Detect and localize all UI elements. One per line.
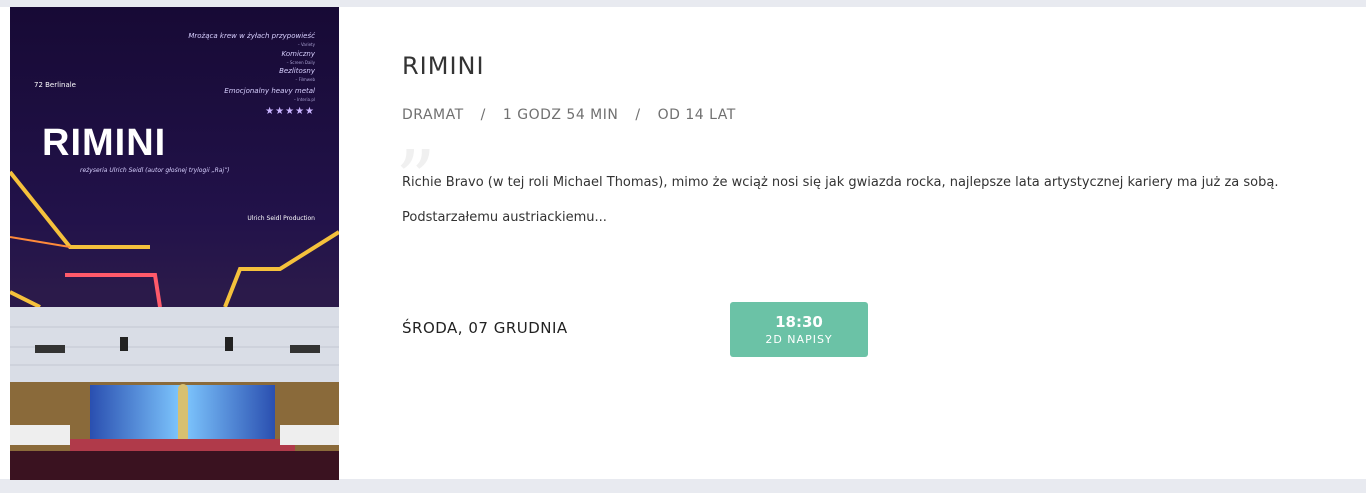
movie-duration: 1 GODZ 54 MIN [502,107,619,123]
movie-genre: DRAMAT [402,107,464,123]
poster-artwork [10,7,339,480]
movie-age-rating: OD 14 LAT [657,107,736,123]
showtime-format: 2D NAPISY [765,333,833,346]
poster-quote: Mrożąca krew w żyłach przypowieść [188,32,315,40]
showtime-time: 18:30 [775,313,823,331]
poster-quote: Bezlitosny [279,67,315,75]
screening-date: ŚRODA, 07 GRUDNIA [402,319,568,337]
poster-festival: 72 Berlinale [34,81,76,89]
movie-meta: DRAMAT / 1 GODZ 54 MIN / OD 14 LAT [402,107,736,123]
poster-quote-source: – Filmweb [295,77,315,82]
poster-quote-source: – Interia.pl [293,97,315,102]
movie-poster[interactable]: Mrożąca krew w żyłach przypowieść – Vari… [10,7,339,480]
poster-credit: reżyseria Ulrich Seidl (autor głośnej tr… [80,167,230,174]
meta-separator: / [480,107,486,123]
poster-stars: ★★★★★ [265,106,315,117]
poster-title: RIMINI [42,122,167,164]
poster-quote-source: – Variety [297,42,315,47]
meta-separator: / [635,107,641,123]
poster-production: Ulrich Seidl Production [247,215,315,222]
movie-description: Richie Bravo (w tej roli Michael Thomas)… [402,175,1279,225]
poster-quote: Emocjonalny heavy metal [224,87,315,95]
poster-quote-source: – Screen Daily [286,60,315,65]
poster-quote: Komiczny [281,50,316,58]
movie-title[interactable]: RIMINI [402,52,485,80]
showtime-button[interactable]: 18:30 2D NAPISY [730,302,868,357]
